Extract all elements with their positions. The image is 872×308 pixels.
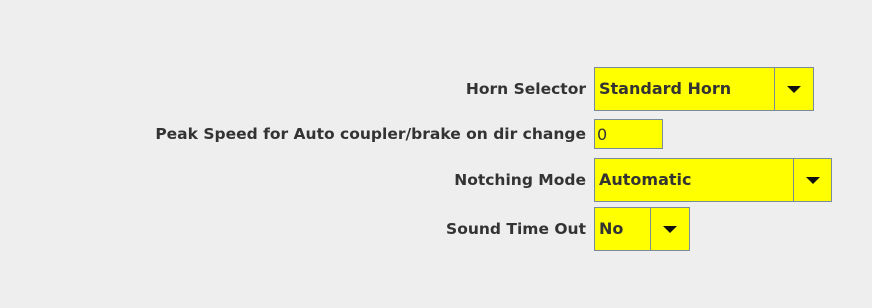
sound-time-out-value: No (599, 219, 624, 238)
notching-mode-dropdown[interactable]: Automatic (594, 158, 832, 202)
notching-mode-value: Automatic (599, 170, 692, 189)
sound-time-out-dropdown[interactable]: No (594, 207, 690, 251)
horn-selector-dropdown-button[interactable] (774, 68, 813, 110)
horn-selector-dropdown[interactable]: Standard Horn (594, 67, 814, 111)
chevron-down-icon (663, 226, 677, 233)
chevron-down-icon (805, 177, 820, 184)
sound-time-out-label: Sound Time Out (446, 220, 586, 238)
peak-speed-field[interactable] (594, 119, 663, 149)
horn-selector-value: Standard Horn (599, 79, 732, 98)
chevron-down-icon (787, 86, 801, 93)
peak-speed-label: Peak Speed for Auto coupler/brake on dir… (155, 125, 586, 143)
peak-speed-input[interactable] (597, 123, 657, 145)
horn-selector-label: Horn Selector (465, 80, 586, 98)
notching-mode-dropdown-button[interactable] (793, 159, 831, 201)
sound-time-out-dropdown-button[interactable] (650, 208, 689, 250)
notching-mode-label: Notching Mode (454, 171, 586, 189)
